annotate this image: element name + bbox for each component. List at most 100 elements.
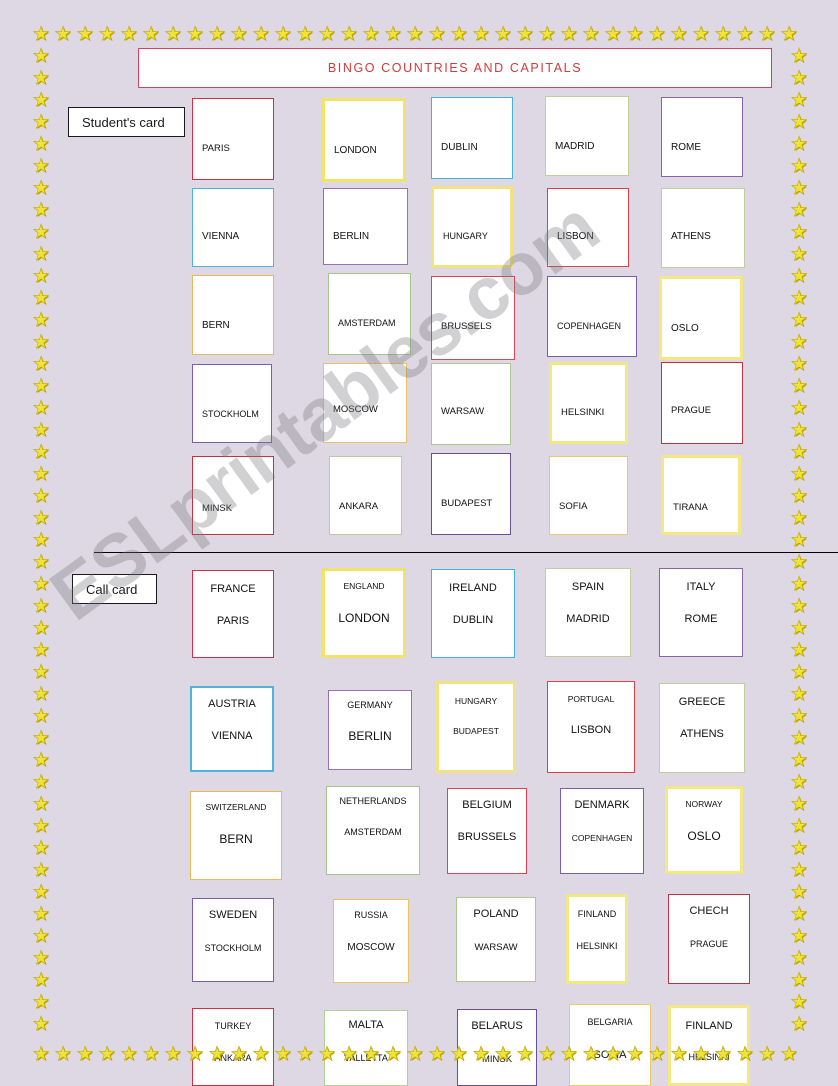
country-label: SWEDEN — [208, 909, 258, 921]
capital-label: LONDON — [338, 611, 390, 625]
call-bingo-cell[interactable]: FINLAND HELSINKI — [566, 894, 628, 984]
capital-label: ROME — [684, 613, 718, 625]
call-bingo-cell[interactable]: FINLAND HELSINKI — [668, 1005, 750, 1086]
student-bingo-cell[interactable]: AMSTERDAM — [328, 273, 411, 355]
capital-label: COPENHAGEN — [557, 321, 622, 331]
capital-label: BERLIN — [333, 231, 370, 242]
capital-label: BUDAPEST — [441, 498, 493, 509]
student-bingo-cell[interactable]: WARSAW — [431, 363, 511, 445]
call-bingo-cell[interactable]: DENMARK COPENHAGEN — [560, 788, 644, 874]
capital-label: VIENNA — [202, 231, 240, 242]
section-divider — [94, 552, 838, 553]
call-bingo-cell[interactable]: ITALY ROME — [659, 568, 743, 657]
call-bingo-cell[interactable]: RUSSIA MOSCOW — [333, 899, 409, 983]
student-bingo-cell[interactable]: MINSK — [192, 456, 274, 535]
country-label: POLAND — [473, 908, 519, 920]
student-bingo-cell[interactable]: OSLO — [659, 276, 743, 360]
student-bingo-cell[interactable]: LISBON — [547, 188, 629, 267]
capital-label: BRUSSELS — [457, 831, 517, 843]
call-bingo-cell[interactable]: BELARUS MINSK — [457, 1009, 537, 1086]
country-label: HUNGARY — [454, 696, 498, 706]
country-label: DENMARK — [574, 799, 630, 811]
capital-label: OSLO — [687, 829, 721, 843]
student-bingo-cell[interactable]: BERN — [192, 275, 274, 355]
student-bingo-cell[interactable]: STOCKHOLM — [192, 364, 272, 443]
call-bingo-cell[interactable]: SWITZERLAND BERN — [190, 791, 282, 880]
capital-label: ROME — [671, 142, 701, 153]
call-bingo-cell[interactable]: GREECE ATHENS — [659, 683, 745, 773]
call-bingo-cell[interactable]: NORWAY OSLO — [665, 786, 743, 874]
call-bingo-cell[interactable]: BELGARIA SOFIA — [569, 1004, 651, 1086]
capital-label: OSLO — [671, 323, 699, 334]
call-bingo-cell[interactable]: TURKEY ANKARA — [192, 1008, 274, 1086]
country-label: BELARUS — [471, 1020, 523, 1032]
page-title: BINGO COUNTRIES AND CAPITALS — [327, 61, 583, 75]
worksheet-content: BINGO COUNTRIES AND CAPITALS Student's c… — [0, 0, 838, 1086]
capital-label: MOSCOW — [333, 404, 378, 415]
call-bingo-cell[interactable]: SWEDEN STOCKHOLM — [192, 898, 274, 982]
student-bingo-cell[interactable]: LONDON — [322, 98, 406, 182]
student-bingo-cell[interactable]: HUNGARY — [431, 186, 513, 268]
capital-label: WARSAW — [474, 942, 518, 953]
country-label: NETHERLANDS — [339, 796, 407, 806]
capital-label: HELSINKI — [561, 407, 605, 418]
student-bingo-cell[interactable]: DUBLIN — [431, 97, 513, 179]
call-bingo-cell[interactable]: CHECH PRAGUE — [668, 894, 750, 984]
capital-label: TIRANA — [673, 502, 708, 513]
student-bingo-cell[interactable]: BERLIN — [323, 188, 408, 265]
student-bingo-cell[interactable]: ATHENS — [661, 188, 745, 268]
student-bingo-cell[interactable]: VIENNA — [192, 188, 274, 267]
call-bingo-cell[interactable]: MALTA VALLETTA — [324, 1010, 408, 1086]
student-bingo-cell[interactable]: PARIS — [192, 98, 274, 180]
call-bingo-cell[interactable]: ENGLAND LONDON — [322, 568, 406, 658]
student-bingo-cell[interactable]: TIRANA — [661, 455, 741, 535]
capital-label: HUNGARY — [443, 231, 488, 241]
capital-label: MADRID — [566, 613, 610, 625]
capital-label: AMSTERDAM — [338, 318, 396, 328]
capital-label: VIENNA — [211, 730, 253, 742]
student-bingo-cell[interactable]: ANKARA — [329, 456, 402, 535]
call-bingo-cell[interactable]: IRELAND DUBLIN — [431, 569, 515, 658]
capital-label: PARIS — [216, 615, 250, 627]
call-bingo-cell[interactable]: FRANCE PARIS — [192, 570, 274, 658]
capital-label: STOCKHOLM — [204, 943, 262, 953]
country-label: ITALY — [686, 581, 716, 593]
call-card-label: Call card — [72, 574, 157, 604]
call-bingo-cell[interactable]: PORTUGAL LISBON — [547, 681, 635, 773]
student-card-label-text: Student's card — [82, 114, 165, 130]
student-bingo-cell[interactable]: MADRID — [545, 96, 629, 176]
capital-label: SOFIA — [559, 501, 588, 512]
student-bingo-cell[interactable]: SOFIA — [549, 456, 628, 535]
call-bingo-cell[interactable]: AUSTRIA VIENNA — [190, 686, 274, 772]
country-label: ENGLAND — [343, 581, 385, 591]
capital-label: PRAGUE — [671, 405, 712, 416]
country-label: GREECE — [678, 696, 726, 708]
student-bingo-cell[interactable]: PRAGUE — [661, 362, 743, 444]
call-bingo-cell[interactable]: POLAND WARSAW — [456, 897, 536, 982]
country-label: SPAIN — [571, 581, 605, 593]
capital-label: BERN — [202, 320, 230, 331]
capital-label: MADRID — [555, 141, 595, 152]
student-bingo-cell[interactable]: COPENHAGEN — [547, 276, 637, 357]
student-bingo-cell[interactable]: ROME — [661, 97, 743, 177]
capital-label: SOFIA — [593, 1049, 627, 1061]
student-bingo-cell[interactable]: BUDAPEST — [431, 453, 511, 535]
capital-label: DUBLIN — [452, 614, 494, 626]
student-bingo-cell[interactable]: MOSCOW — [323, 363, 407, 443]
capital-label: ATHENS — [680, 728, 724, 740]
capital-label: COPENHAGEN — [571, 833, 633, 843]
capital-label: DUBLIN — [441, 142, 478, 153]
country-label: FINLAND — [577, 909, 617, 919]
call-bingo-cell[interactable]: BELGIUM BRUSSELS — [447, 788, 527, 874]
call-bingo-cell[interactable]: NETHERLANDS AMSTERDAM — [326, 786, 420, 875]
capital-label: LISBON — [557, 231, 594, 242]
country-label: BELGARIA — [587, 1017, 633, 1027]
call-bingo-cell[interactable]: HUNGARY BUDAPEST — [436, 681, 516, 773]
country-label: NORWAY — [685, 799, 723, 809]
student-bingo-cell[interactable]: HELSINKI — [549, 362, 628, 444]
call-bingo-cell[interactable]: SPAIN MADRID — [545, 568, 631, 657]
worksheet-title-box: BINGO COUNTRIES AND CAPITALS — [138, 48, 772, 88]
student-bingo-cell[interactable]: BRUSSELS — [431, 276, 515, 360]
call-bingo-cell[interactable]: GERMANY BERLIN — [328, 690, 412, 770]
country-label: RUSSIA — [354, 910, 388, 920]
